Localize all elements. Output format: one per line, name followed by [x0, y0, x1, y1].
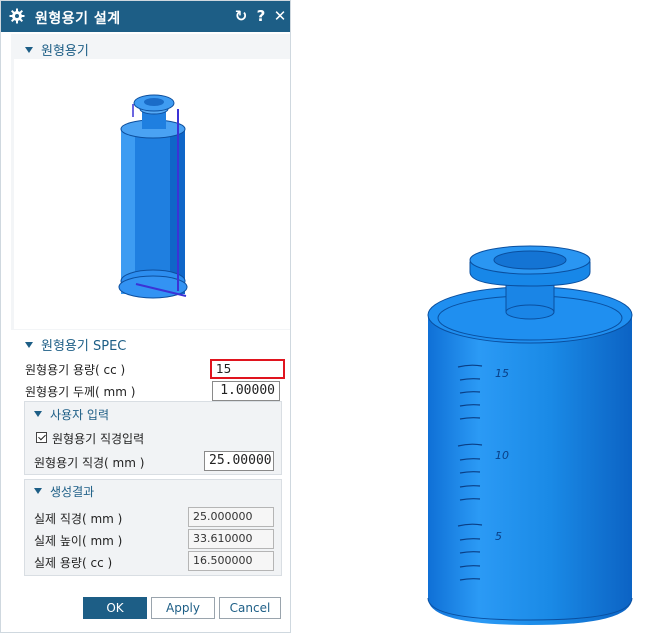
- title-bar: 원형용기 설계 ↻ ? ✕: [1, 1, 290, 32]
- scale-label-10: 10: [495, 449, 509, 462]
- gear-icon[interactable]: [9, 8, 25, 24]
- preview-section-header[interactable]: 원형용기: [25, 40, 89, 59]
- results-header[interactable]: 생성결과: [34, 483, 94, 500]
- collapse-triangle-icon: [25, 47, 33, 53]
- ok-button[interactable]: OK: [83, 597, 147, 619]
- thickness-input[interactable]: 1.00000: [212, 381, 280, 401]
- preview-section-label: 원형용기: [41, 44, 89, 59]
- thickness-label: 원형용기 두께( mm ): [25, 385, 136, 399]
- direct-diameter-checkbox[interactable]: [36, 432, 47, 443]
- result-height-label: 실제 높이( mm ): [34, 534, 123, 548]
- preview-image: [14, 59, 290, 329]
- close-icon[interactable]: ✕: [272, 7, 288, 25]
- apply-button[interactable]: Apply: [151, 597, 215, 619]
- help-icon[interactable]: ?: [253, 7, 269, 25]
- spec-section-header[interactable]: 원형용기 SPEC: [25, 335, 126, 354]
- model-view: 15 10 5: [427, 245, 633, 625]
- dialog-title: 원형용기 설계: [35, 11, 121, 27]
- spec-section-label: 원형용기 SPEC: [41, 339, 127, 354]
- result-capacity-value: 16.500000: [188, 551, 274, 571]
- collapse-triangle-icon: [25, 342, 33, 348]
- scale-label-5: 5: [495, 530, 502, 543]
- diameter-input[interactable]: 25.00000: [204, 451, 274, 471]
- reset-icon[interactable]: ↻: [233, 7, 249, 25]
- container-body: [428, 315, 632, 625]
- cancel-button[interactable]: Cancel: [219, 597, 281, 619]
- results-label: 생성결과: [50, 485, 95, 499]
- result-height-value: 33.610000: [188, 529, 274, 549]
- capacity-label: 원형용기 용량( cc ): [25, 363, 126, 377]
- result-diameter-value: 25.000000: [188, 507, 274, 527]
- collapse-triangle-icon: [34, 411, 42, 417]
- direct-diameter-label: 원형용기 직경입력: [52, 432, 145, 446]
- collapse-triangle-icon: [34, 488, 42, 494]
- dialog-panel: 원형용기 설계 ↻ ? ✕ 원형용기 원형용기 SPEC 원형용기 용량(cc…: [0, 0, 291, 633]
- result-diameter-label: 실제 직경( mm ): [34, 512, 123, 526]
- diameter-label: 원형용기 직경( mm ): [34, 456, 145, 470]
- result-capacity-label: 실제 용량( cc ): [34, 556, 113, 570]
- user-input-header[interactable]: 사용자 입력: [34, 406, 109, 423]
- user-input-label: 사용자 입력: [50, 408, 110, 422]
- capacity-input[interactable]: 15: [210, 359, 285, 379]
- scale-label-15: 15: [495, 367, 509, 380]
